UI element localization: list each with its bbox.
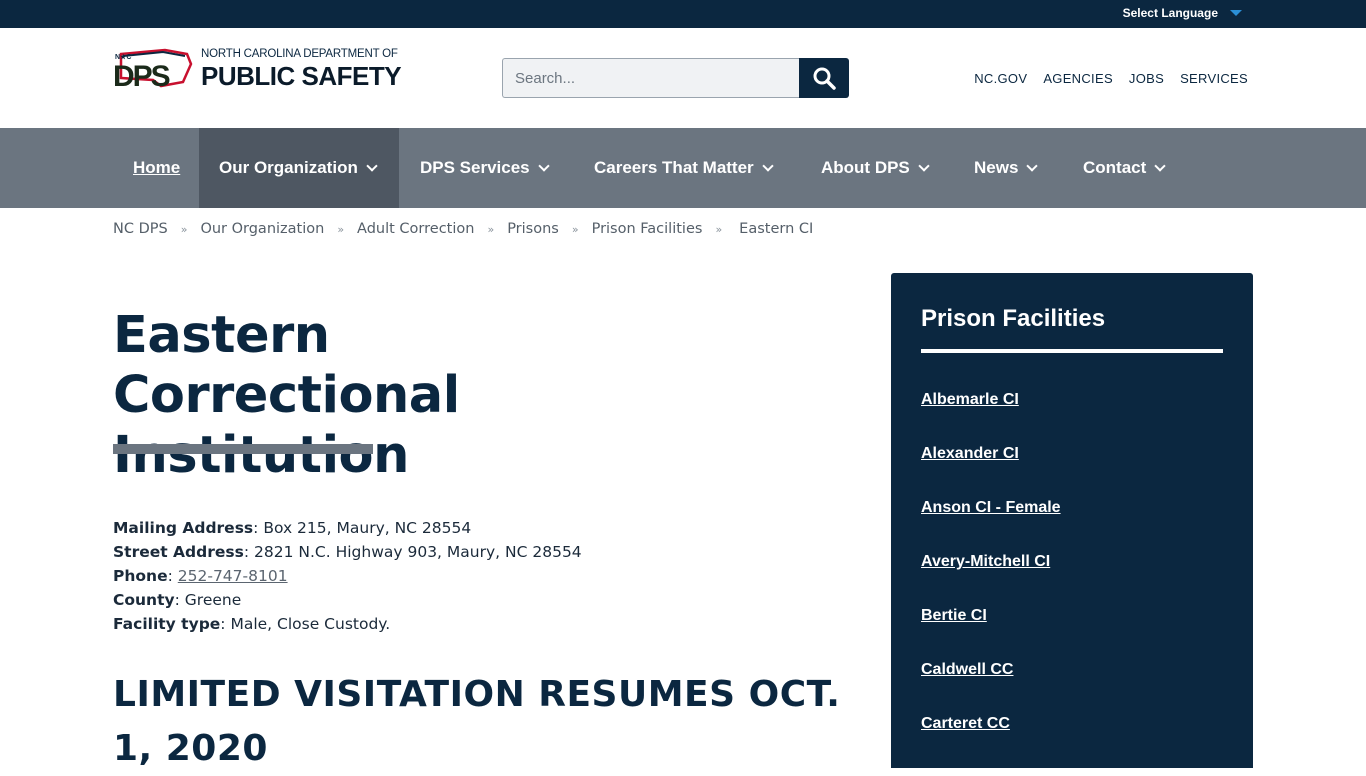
sidebar-link-anson-ci[interactable]: Anson CI - Female xyxy=(921,499,1061,553)
caret-down-icon xyxy=(1230,10,1242,16)
sidebar-list: Albemarle CI Alexander CI Anson CI - Fem… xyxy=(921,391,1061,769)
search-icon xyxy=(813,67,836,90)
breadcrumb-separator: » xyxy=(180,222,188,236)
main-nav: Home Our Organization DPS Services Caree… xyxy=(0,128,1366,208)
breadcrumb-link[interactable]: Adult Correction xyxy=(357,221,474,237)
logo-text: NORTH CAROLINA DEPARTMENT OF PUBLIC SAFE… xyxy=(201,48,402,91)
nav-item-label: Our Organization xyxy=(219,158,358,177)
nav-item-label: About DPS xyxy=(821,158,910,177)
info-label: Mailing Address xyxy=(113,519,254,537)
chevron-down-icon xyxy=(1026,159,1039,172)
header-link-jobs[interactable]: JOBS xyxy=(1129,71,1164,86)
breadcrumb-link[interactable]: Prisons xyxy=(507,221,559,237)
nav-item-contact[interactable]: Contact xyxy=(1063,128,1184,208)
language-selector-label: Select Language xyxy=(1122,6,1218,20)
page-title: Eastern Correctional Institution xyxy=(113,306,460,485)
breadcrumb-link[interactable]: NC DPS xyxy=(113,221,168,237)
search-input[interactable] xyxy=(502,58,799,98)
nav-item-label: DPS Services xyxy=(420,158,530,177)
info-row-phone: Phone: 252-747-8101 xyxy=(113,564,582,588)
info-value: 2821 N.C. Highway 903, Maury, NC 28554 xyxy=(249,543,582,561)
logo-agency-line: PUBLIC SAFETY xyxy=(201,60,402,91)
info-colon: : xyxy=(167,567,173,585)
info-label: Street Address xyxy=(113,543,244,561)
site-header: N★C DPS NORTH CAROLINA DEPARTMENT OF PUB… xyxy=(0,28,1366,128)
info-value: Male, Close Custody. xyxy=(225,615,391,633)
visitation-heading: LIMITED VISITATION RESUMES OCT. 1, 2020 xyxy=(113,674,841,769)
logo-department-line: NORTH CAROLINA DEPARTMENT OF xyxy=(201,48,398,61)
sidebar-link-carteret-cc[interactable]: Carteret CC xyxy=(921,715,1061,769)
chevron-down-icon xyxy=(1154,159,1166,172)
sidebar-divider xyxy=(921,349,1223,353)
phone-link[interactable]: 252-747-8101 xyxy=(178,567,288,585)
sidebar-link-alexander-ci[interactable]: Alexander CI xyxy=(921,445,1061,499)
nav-item-label: News xyxy=(974,158,1019,177)
dps-logo[interactable]: N★C DPS NORTH CAROLINA DEPARTMENT OF PUB… xyxy=(113,48,405,90)
sidebar-prison-facilities: Prison Facilities Albemarle CI Alexander… xyxy=(891,273,1253,768)
info-label: Facility type xyxy=(113,615,221,633)
chevron-down-icon xyxy=(537,159,550,172)
breadcrumb-separator: » xyxy=(487,222,495,236)
info-label: County xyxy=(113,591,175,609)
nav-item-dps-services[interactable]: DPS Services xyxy=(400,128,568,208)
language-selector[interactable]: Select Language xyxy=(1123,6,1242,20)
breadcrumb-separator: » xyxy=(337,222,345,236)
info-row-mailing-address: Mailing Address: Box 215, Maury, NC 2855… xyxy=(113,516,582,540)
facility-info: Mailing Address: Box 215, Maury, NC 2855… xyxy=(113,516,582,636)
nav-item-home[interactable]: Home xyxy=(113,128,200,208)
breadcrumb-current: Eastern CI xyxy=(739,221,814,237)
nav-item-about-dps[interactable]: About DPS xyxy=(801,128,948,208)
sidebar-link-avery-mitchell-ci[interactable]: Avery-Mitchell CI xyxy=(921,553,1061,607)
nav-item-label: Contact xyxy=(1083,158,1147,177)
breadcrumb-separator: » xyxy=(715,222,723,236)
sidebar-title: Prison Facilities xyxy=(921,305,1106,332)
breadcrumb: NC DPS » Our Organization » Adult Correc… xyxy=(113,221,813,237)
header-utility-links: NC.GOV AGENCIES JOBS SERVICES xyxy=(974,71,1248,86)
dps-logo-mark-icon: N★C DPS xyxy=(113,48,193,90)
breadcrumb-separator: » xyxy=(571,222,579,236)
chevron-down-icon xyxy=(366,159,378,172)
utility-bar: Select Language xyxy=(0,0,1366,28)
sidebar-link-albemarle-ci[interactable]: Albemarle CI xyxy=(921,391,1061,445)
nav-item-our-organization[interactable]: Our Organization xyxy=(199,128,399,208)
nav-item-news[interactable]: News xyxy=(954,128,1056,208)
nav-item-label: Careers That Matter xyxy=(594,158,754,177)
header-link-services[interactable]: SERVICES xyxy=(1180,71,1248,86)
nav-item-label: Home xyxy=(133,158,181,177)
chevron-down-icon xyxy=(762,159,774,172)
info-row-street-address: Street Address: 2821 N.C. Highway 903, M… xyxy=(113,540,582,564)
header-link-nc-gov[interactable]: NC.GOV xyxy=(974,71,1027,86)
info-value: Box 215, Maury, NC 28554 xyxy=(258,519,472,537)
breadcrumb-link[interactable]: Prison Facilities xyxy=(592,221,703,237)
breadcrumb-link[interactable]: Our Organization xyxy=(200,221,324,237)
info-label: Phone xyxy=(113,567,168,585)
chevron-down-icon xyxy=(918,159,930,172)
svg-text:DPS: DPS xyxy=(113,60,170,90)
header-link-agencies[interactable]: AGENCIES xyxy=(1043,71,1113,86)
info-value: Greene xyxy=(179,591,242,609)
info-row-county: County: Greene xyxy=(113,588,582,612)
sidebar-link-caldwell-cc[interactable]: Caldwell CC xyxy=(921,661,1061,715)
sidebar-link-bertie-ci[interactable]: Bertie CI xyxy=(921,607,1061,661)
search-form xyxy=(502,58,849,98)
search-button[interactable] xyxy=(799,58,849,98)
info-row-facility-type: Facility type: Male, Close Custody. xyxy=(113,612,582,636)
nav-item-careers[interactable]: Careers That Matter xyxy=(574,128,792,208)
title-divider xyxy=(113,444,373,454)
